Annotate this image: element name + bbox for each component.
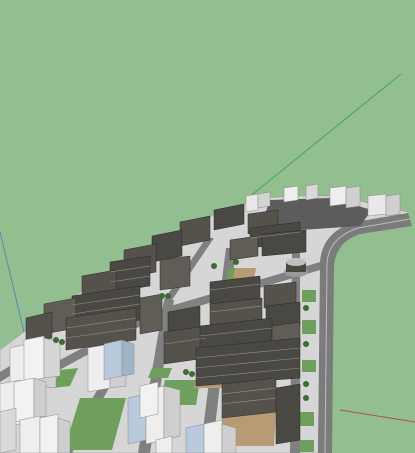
pavilion — [284, 258, 308, 277]
model-viewport[interactable] — [0, 0, 415, 453]
site-model-scene[interactable] — [0, 0, 415, 453]
